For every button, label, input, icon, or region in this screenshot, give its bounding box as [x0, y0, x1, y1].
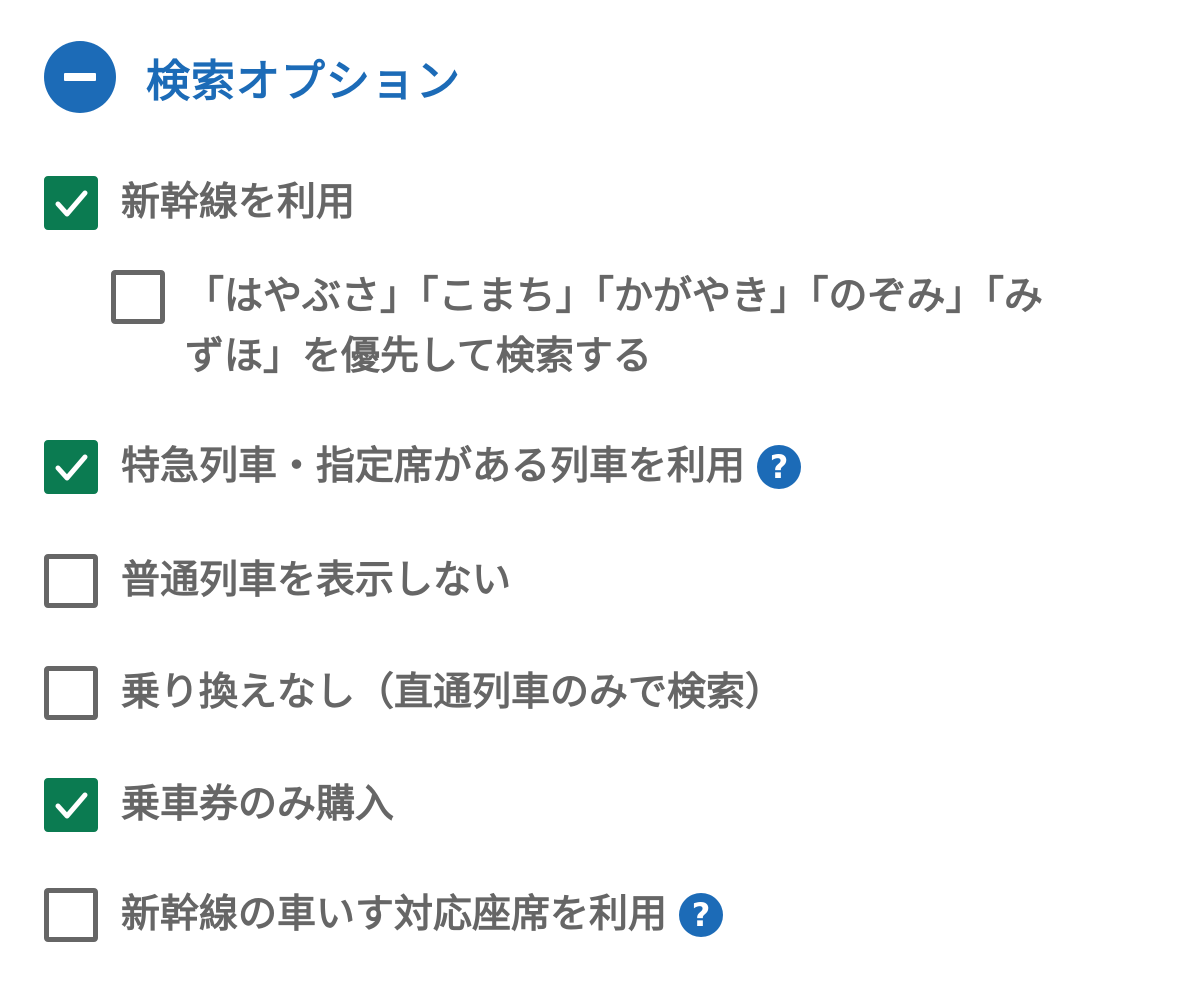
section-title: 検索オプション — [146, 56, 461, 107]
search-options-header[interactable]: 検索オプション — [44, 40, 461, 114]
option-shinkansen[interactable]: 新幹線を利用 — [44, 176, 355, 230]
option-label: 特急列車・指定席がある列車を利用 — [121, 444, 746, 489]
checkbox-wheelchair-seat[interactable] — [44, 888, 98, 942]
search-options-panel: 検索オプション 新幹線を利用 「はやぶさ」「こまち」「かがやき」「のぞみ」「みず… — [0, 0, 1179, 982]
option-priority-trains[interactable]: 「はやぶさ」「こまち」「かがやき」「のぞみ」「みずほ」を優先して検索する — [111, 270, 1045, 387]
option-label-wrap: 特急列車・指定席がある列車を利用? — [121, 440, 802, 494]
help-icon[interactable]: ? — [757, 444, 802, 489]
option-no-transfer[interactable]: 乗り換えなし（直通列車のみで検索） — [44, 666, 784, 720]
checkbox-priority-trains[interactable] — [111, 270, 165, 324]
check-icon — [55, 190, 88, 217]
option-limited-express[interactable]: 特急列車・指定席がある列車を利用? — [44, 440, 802, 494]
option-label: 普通列車を表示しない — [121, 558, 512, 603]
minus-circle-icon[interactable] — [44, 41, 116, 113]
checkbox-limited-express[interactable] — [44, 440, 98, 494]
minus-bar — [64, 73, 96, 81]
check-icon — [55, 454, 88, 481]
help-icon[interactable]: ? — [679, 892, 724, 937]
checkbox-hide-local-trains[interactable] — [44, 554, 98, 608]
option-label: 乗車券のみ購入 — [121, 782, 395, 827]
checkbox-ticket-only[interactable] — [44, 778, 98, 832]
option-label: 「はやぶさ」「こまち」「かがやき」「のぞみ」「みずほ」を優先して検索する — [185, 274, 1044, 379]
check-icon — [55, 792, 88, 819]
option-label: 乗り換えなし（直通列車のみで検索） — [121, 670, 785, 715]
option-label: 新幹線の車いす対応座席を利用 — [121, 892, 668, 937]
checkbox-no-transfer[interactable] — [44, 666, 98, 720]
option-wheelchair-seat[interactable]: 新幹線の車いす対応座席を利用? — [44, 888, 724, 942]
option-ticket-only[interactable]: 乗車券のみ購入 — [44, 778, 394, 832]
checkbox-shinkansen[interactable] — [44, 176, 98, 230]
option-label-wrap: 新幹線の車いす対応座席を利用? — [121, 888, 724, 942]
option-label: 新幹線を利用 — [121, 180, 356, 225]
option-hide-local-trains[interactable]: 普通列車を表示しない — [44, 554, 511, 608]
